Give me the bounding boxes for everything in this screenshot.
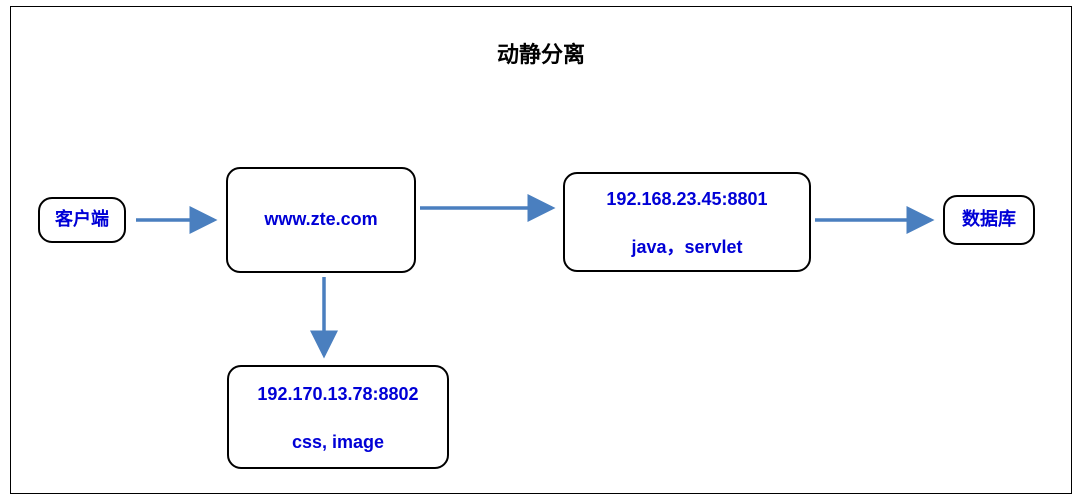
arrow-client-to-gateway bbox=[126, 207, 226, 237]
diagram-frame: 动静分离 客户端 www.zte.com 192.168.23.45:8801 … bbox=[10, 6, 1072, 494]
node-gateway: www.zte.com bbox=[226, 167, 416, 273]
diagram-title: 动静分离 bbox=[11, 37, 1071, 69]
node-dynamic-desc: java，servlet bbox=[631, 237, 742, 259]
arrow-gateway-to-dynamic bbox=[416, 195, 566, 225]
arrow-dynamic-to-db bbox=[811, 207, 946, 237]
arrow-gateway-to-static bbox=[311, 273, 341, 368]
node-client: 客户端 bbox=[38, 197, 126, 243]
node-client-label: 客户端 bbox=[55, 209, 109, 231]
node-dynamic-ip: 192.168.23.45:8801 bbox=[606, 189, 767, 211]
node-static: 192.170.13.78:8802 css, image bbox=[227, 365, 449, 469]
node-database-label: 数据库 bbox=[962, 209, 1016, 231]
node-gateway-label: www.zte.com bbox=[264, 209, 377, 231]
node-static-desc: css, image bbox=[292, 432, 384, 454]
node-static-ip: 192.170.13.78:8802 bbox=[257, 384, 418, 406]
node-database: 数据库 bbox=[943, 195, 1035, 245]
node-dynamic: 192.168.23.45:8801 java，servlet bbox=[563, 172, 811, 272]
